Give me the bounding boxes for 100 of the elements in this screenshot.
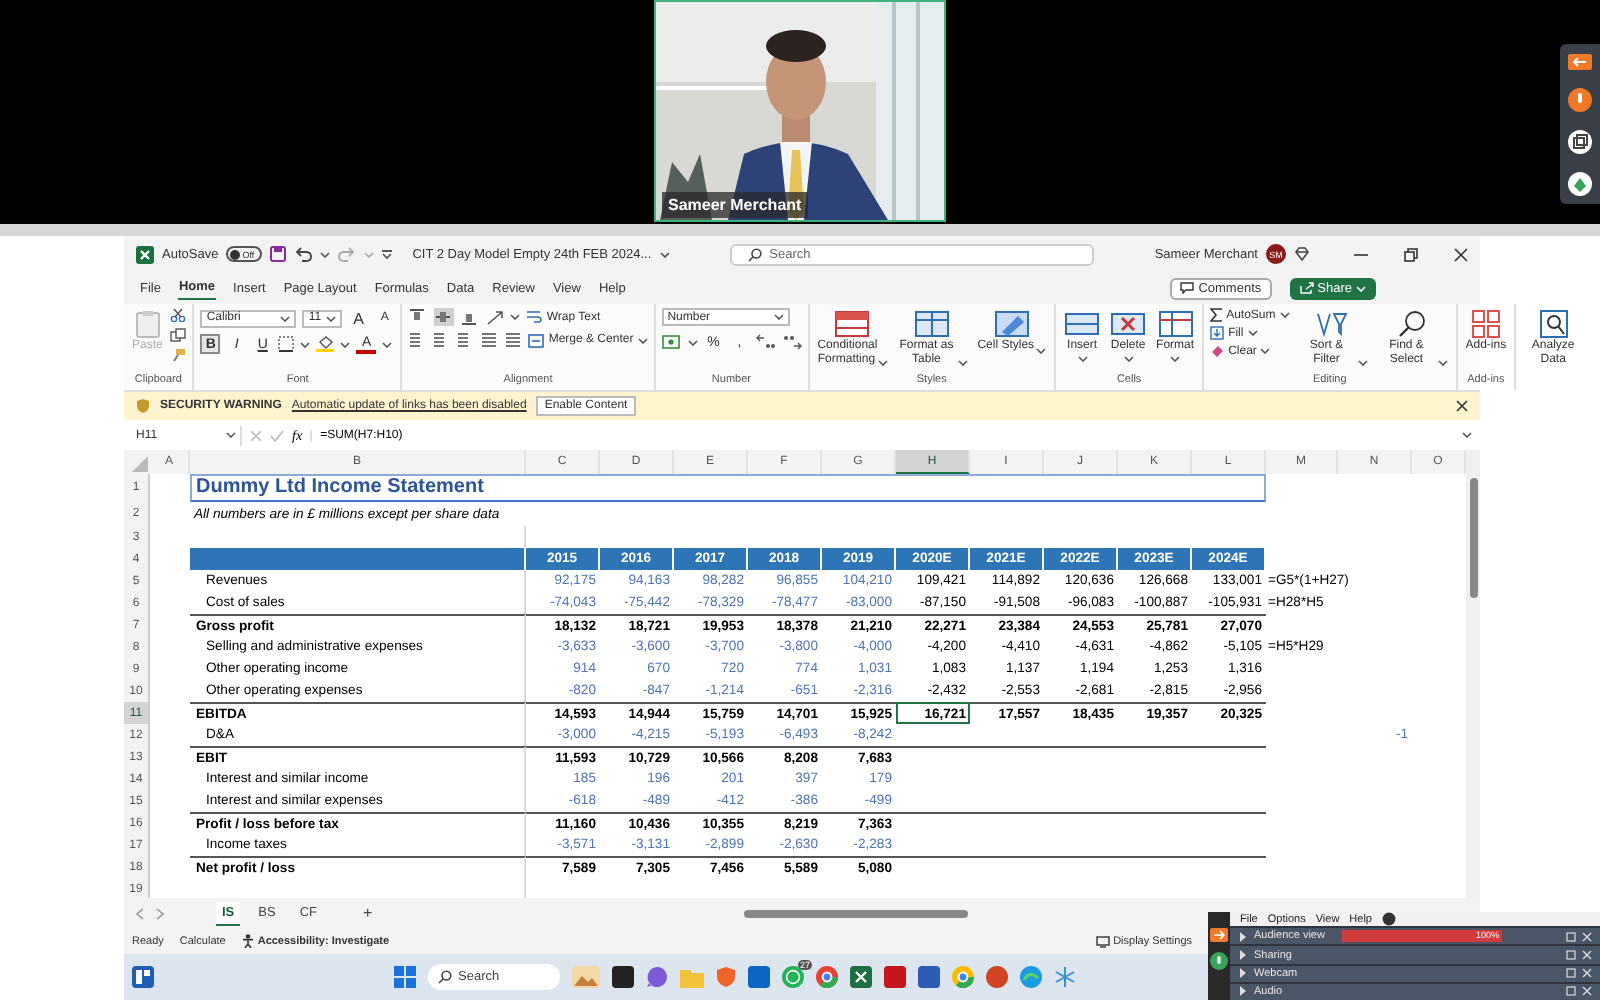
align-icon[interactable] xyxy=(460,308,481,326)
share-icon xyxy=(1299,282,1314,294)
restore-icon[interactable] xyxy=(1404,247,1418,261)
expand-arrow-icon[interactable] xyxy=(1238,931,1248,942)
circle-app-icon[interactable] xyxy=(952,966,974,988)
caret-icon xyxy=(1356,285,1366,291)
clipboard-icon xyxy=(135,310,160,338)
previous-sheet-icon[interactable] xyxy=(136,907,144,919)
save-icon[interactable] xyxy=(270,246,287,262)
close-icon[interactable] xyxy=(1456,400,1468,412)
search-icon xyxy=(438,970,452,984)
increase-font-size-button[interactable]: A xyxy=(348,308,369,328)
copy-icon[interactable] xyxy=(170,328,187,342)
caret-icon xyxy=(1077,355,1088,362)
caret-icon xyxy=(687,339,698,345)
monitor-icon xyxy=(1095,935,1110,947)
table-icon xyxy=(993,310,1030,338)
next-sheet-icon[interactable] xyxy=(156,907,164,919)
caret-icon xyxy=(637,337,648,343)
caret-icon xyxy=(226,432,236,438)
caret-icon xyxy=(1437,360,1448,367)
caret-icon xyxy=(1036,347,1047,354)
orientation-icon[interactable] xyxy=(486,309,505,325)
close-icon[interactable] xyxy=(1454,247,1468,261)
caret-icon xyxy=(1170,355,1181,362)
caret-icon xyxy=(382,341,393,347)
expand-arrow-icon[interactable] xyxy=(1238,968,1248,979)
shield-icon[interactable] xyxy=(716,966,736,988)
caret-icon xyxy=(1123,355,1134,362)
caret-icon xyxy=(1260,348,1271,354)
microphone-icon[interactable] xyxy=(1568,87,1592,111)
borders-icon[interactable] xyxy=(278,336,295,352)
chart-magnifier-icon xyxy=(1539,310,1568,338)
caret-icon xyxy=(957,360,968,367)
align-icon[interactable] xyxy=(434,308,455,326)
circle-app-icon[interactable] xyxy=(816,966,838,988)
search-icon xyxy=(747,247,762,261)
widgets-icon[interactable] xyxy=(132,966,154,988)
add-sheet-button[interactable]: + xyxy=(363,904,373,922)
wrap-icon xyxy=(526,310,543,324)
shield-icon xyxy=(136,398,150,414)
spreadsheet-app-icon[interactable] xyxy=(136,245,154,263)
caret-icon xyxy=(280,315,291,321)
increase-decimal-icon[interactable] xyxy=(755,334,776,350)
caret-icon xyxy=(659,251,670,257)
app-icon[interactable] xyxy=(850,966,872,988)
magnifier-icon xyxy=(1398,310,1427,338)
customize-icon[interactable] xyxy=(382,249,393,259)
currency-icon[interactable] xyxy=(661,334,682,350)
app-icon[interactable] xyxy=(918,966,940,988)
increase-indent-icon[interactable] xyxy=(504,332,523,348)
comment-icon xyxy=(1180,282,1195,294)
arrow-button-icon[interactable] xyxy=(1568,53,1592,69)
snowflake-icon[interactable] xyxy=(1054,966,1076,988)
eraser-icon xyxy=(1210,344,1225,358)
expand-arrow-icon[interactable] xyxy=(1238,986,1248,997)
caret-icon xyxy=(320,251,331,257)
app-icon[interactable] xyxy=(612,966,634,988)
expand-arrow-icon[interactable] xyxy=(1238,950,1248,961)
start-icon[interactable] xyxy=(394,966,416,988)
caret-icon xyxy=(1462,432,1472,438)
table-icon xyxy=(834,310,871,338)
caret-icon xyxy=(510,314,521,320)
participant-name: Sameer Merchant xyxy=(662,192,808,218)
caret-icon xyxy=(340,341,351,347)
horizontal-scrollbar[interactable] xyxy=(744,909,969,917)
vertical-scrollbar[interactable] xyxy=(1466,450,1480,898)
align-icon[interactable] xyxy=(408,308,429,326)
decrease-decimal-icon[interactable] xyxy=(781,334,802,350)
scissors-icon[interactable] xyxy=(170,308,187,322)
caret-icon xyxy=(877,360,888,367)
presentation-app-icon[interactable] xyxy=(986,966,1008,988)
grid-icon xyxy=(1471,310,1500,338)
undo-icon[interactable] xyxy=(294,246,313,262)
brush-icon[interactable] xyxy=(170,348,187,362)
decrease-indent-icon[interactable] xyxy=(480,332,499,348)
sum-icon xyxy=(1210,308,1223,322)
merge-icon xyxy=(528,333,545,347)
app-icon[interactable] xyxy=(748,966,770,988)
windows-icon[interactable] xyxy=(1568,129,1592,153)
caret-icon xyxy=(364,251,375,257)
fill-color-icon[interactable] xyxy=(316,336,335,352)
sort-filter-icon xyxy=(1316,310,1349,338)
caret-icon xyxy=(773,314,784,320)
fill-down-icon xyxy=(1210,326,1225,340)
sheet-title: Dummy Ltd Income Statement xyxy=(194,476,484,500)
caret-icon xyxy=(1247,330,1258,336)
chat-icon[interactable] xyxy=(646,966,668,988)
diamond-icon[interactable] xyxy=(1294,246,1310,262)
table-icon xyxy=(1157,310,1194,338)
table-icon xyxy=(1110,310,1147,338)
caret-icon xyxy=(1279,312,1290,318)
caret-icon xyxy=(1357,360,1368,367)
caret-icon xyxy=(300,341,311,347)
person-icon xyxy=(241,934,254,948)
table-icon xyxy=(914,310,951,338)
chat-bubble-icon[interactable] xyxy=(782,966,804,988)
microphone-icon[interactable] xyxy=(1210,952,1228,970)
caret-icon xyxy=(326,315,337,321)
table-icon xyxy=(1064,310,1101,338)
